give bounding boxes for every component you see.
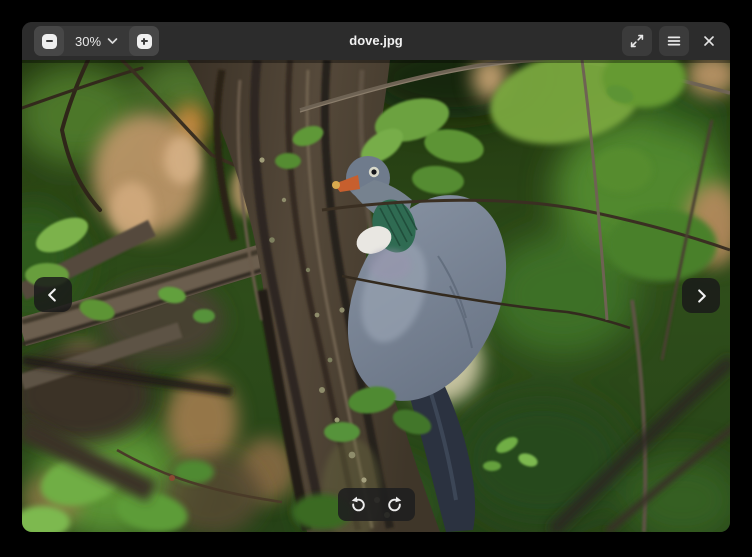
chevron-left-icon: [45, 287, 61, 303]
zoom-level-label: 30%: [75, 34, 101, 49]
expand-arrows-icon: [629, 33, 645, 49]
zoom-out-button[interactable]: [34, 26, 64, 56]
zoom-level-dropdown[interactable]: 30%: [64, 26, 129, 56]
fullscreen-button[interactable]: [622, 26, 652, 56]
image-viewer-window: 30% dove.jpg: [22, 22, 730, 532]
zoom-controls: 30%: [34, 26, 159, 56]
menu-button[interactable]: [659, 26, 689, 56]
titlebar-right-controls: [622, 26, 722, 56]
close-button[interactable]: [696, 26, 722, 56]
hamburger-icon: [666, 33, 682, 49]
chevron-down-icon: [107, 37, 118, 45]
zoom-in-button[interactable]: [129, 26, 159, 56]
desktop-background: { "window": { "title": "dove.jpg", "titl…: [0, 0, 752, 557]
rotate-right-button[interactable]: [380, 491, 410, 519]
rotate-ccw-icon: [350, 496, 367, 513]
titlebar[interactable]: 30% dove.jpg: [22, 22, 730, 60]
next-image-button[interactable]: [682, 278, 720, 313]
photo-viewport: [22, 60, 730, 532]
plus-icon: [137, 34, 152, 49]
previous-image-button[interactable]: [34, 277, 72, 312]
photo-dove: [22, 60, 730, 532]
rotate-left-button[interactable]: [344, 491, 374, 519]
rotate-cw-icon: [386, 496, 403, 513]
minus-icon: [42, 34, 57, 49]
close-icon: [703, 35, 715, 47]
chevron-right-icon: [693, 288, 709, 304]
rotate-toolbar: [338, 488, 415, 521]
